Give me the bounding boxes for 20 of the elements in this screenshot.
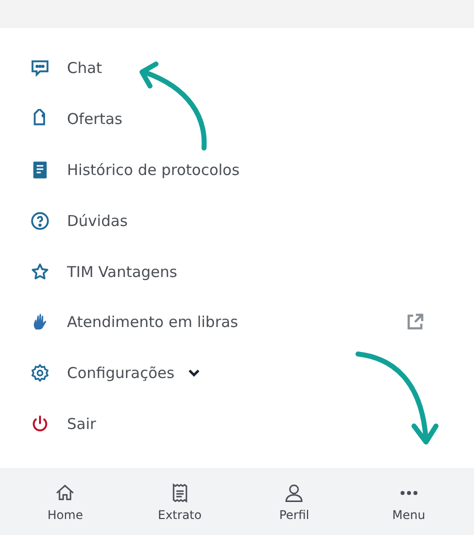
menu-item[interactable]: Dúvidas bbox=[67, 212, 128, 230]
nav-tab[interactable]: Home bbox=[48, 508, 83, 522]
chevron-icon[interactable] bbox=[188, 369, 200, 378]
menu-item[interactable]: Configurações bbox=[67, 364, 174, 382]
chat-bubble-icon bbox=[30, 58, 50, 78]
star-icon bbox=[30, 262, 50, 282]
menu-item[interactable]: Sair bbox=[67, 414, 96, 433]
menu-item[interactable]: Ofertas bbox=[67, 110, 122, 128]
person-icon[interactable] bbox=[283, 482, 306, 504]
nav-tab[interactable]: Menu bbox=[392, 508, 426, 522]
power-icon bbox=[30, 414, 50, 434]
external-link-icon[interactable] bbox=[406, 313, 424, 332]
menu-item[interactable]: Chat bbox=[67, 59, 102, 78]
settings-icon bbox=[30, 363, 50, 384]
menu-item[interactable]: Atendimento em libras bbox=[67, 313, 238, 332]
nav-tab[interactable]: Perfil bbox=[279, 508, 310, 522]
nav-tab[interactable]: Extrato bbox=[158, 508, 202, 522]
menu-item[interactable]: TIM Vantagens bbox=[67, 262, 178, 281]
menu-item[interactable]: Histórico de protocolos bbox=[67, 160, 240, 179]
help-icon bbox=[30, 210, 50, 231]
